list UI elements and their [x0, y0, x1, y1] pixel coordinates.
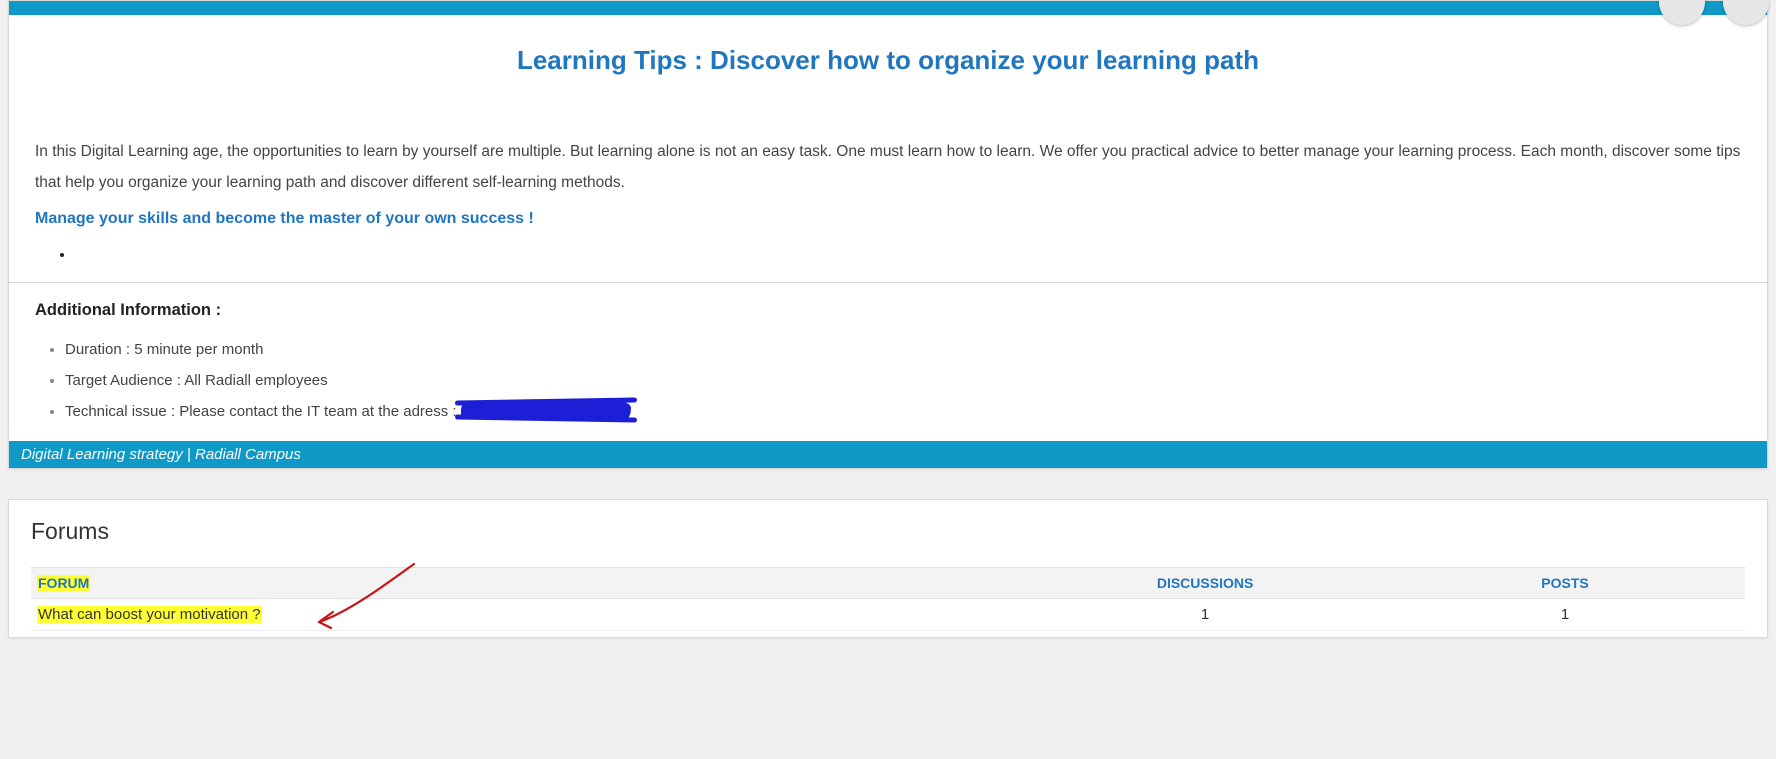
redacted-address — [461, 402, 631, 418]
info-item-technical: Technical issue : Please contact the IT … — [65, 396, 1741, 427]
tagline: Manage your skills and become the master… — [35, 210, 1741, 228]
forum-discussions: 1 — [1025, 599, 1385, 631]
col-posts[interactable]: POSTS — [1385, 568, 1745, 599]
card-accent-bar — [9, 1, 1767, 15]
forum-name: What can boost your motivation ? — [37, 606, 262, 623]
col-discussions[interactable]: DISCUSSIONS — [1025, 568, 1385, 599]
info-item-audience: Target Audience : All Radiall employees — [65, 365, 1741, 396]
divider — [9, 282, 1767, 283]
info-text: Technical issue : Please contact the IT … — [65, 403, 457, 420]
info-text: Duration : 5 minute per month — [65, 341, 263, 358]
forums-table: FORUM DISCUSSIONS POSTS What can boost y… — [31, 567, 1745, 631]
forums-section-title: Forums — [31, 518, 1745, 545]
empty-bullet — [75, 246, 1741, 264]
forums-header-row: FORUM DISCUSSIONS POSTS — [31, 568, 1745, 599]
forum-posts: 1 — [1385, 599, 1745, 631]
info-item-duration: Duration : 5 minute per month — [65, 334, 1741, 365]
forums-card: Forums FORUM DISCUSSIONS POSTS — [8, 499, 1768, 638]
col-forum-label: FORUM — [37, 575, 90, 591]
additional-info-list: Duration : 5 minute per month Target Aud… — [65, 334, 1741, 427]
page-title: Learning Tips : Discover how to organize… — [35, 45, 1741, 76]
action-button-1[interactable] — [1659, 0, 1705, 25]
card-footer-bar: Digital Learning strategy | Radiall Camp… — [9, 441, 1767, 468]
col-forum[interactable]: FORUM — [31, 568, 1025, 599]
intro-paragraph: In this Digital Learning age, the opport… — [35, 136, 1741, 198]
action-button-2[interactable] — [1723, 0, 1769, 25]
additional-info-heading: Additional Information : — [35, 301, 1741, 320]
forum-name-cell: What can boost your motivation ? — [31, 599, 1025, 631]
table-row: What can boost your motivation ? 1 1 — [31, 599, 1745, 631]
forum-link[interactable]: What can boost your motivation ? — [37, 606, 262, 623]
empty-bullet-list — [75, 246, 1741, 264]
floating-actions — [1659, 0, 1769, 25]
info-text: Target Audience : All Radiall employees — [65, 372, 328, 389]
lesson-card: Learning Tips : Discover how to organize… — [8, 0, 1768, 469]
